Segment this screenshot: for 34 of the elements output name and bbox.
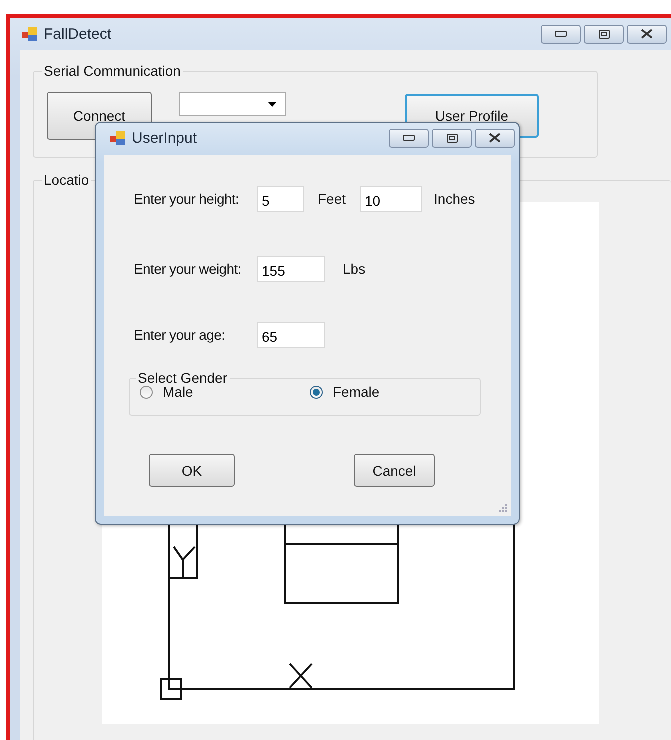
- app-icon: [110, 131, 126, 145]
- feet-label: Feet: [318, 191, 346, 207]
- minimize-icon: [403, 135, 415, 141]
- cancel-button[interactable]: Cancel: [354, 454, 435, 487]
- maximize-icon: [598, 30, 610, 38]
- radio-option[interactable]: Female: [310, 384, 480, 400]
- group-title: Select Gender: [137, 370, 228, 386]
- caret-icon: [268, 102, 277, 106]
- minimize-button[interactable]: [541, 24, 581, 44]
- maximize-icon: [446, 134, 458, 142]
- radio-option[interactable]: Male: [140, 384, 310, 400]
- ok-button[interactable]: OK: [149, 454, 235, 487]
- weight-field[interactable]: 155: [257, 256, 325, 282]
- feet-field[interactable]: 5: [257, 186, 304, 212]
- maximize-button[interactable]: [432, 128, 472, 148]
- close-button[interactable]: [475, 128, 515, 148]
- window-title: FallDetect: [44, 26, 112, 42]
- resize-grip-icon: [499, 504, 507, 512]
- inches-field[interactable]: 10: [360, 186, 422, 212]
- close-icon: [489, 133, 501, 143]
- minimize-button[interactable]: [389, 128, 429, 148]
- lbs-label: Lbs: [343, 261, 366, 277]
- group-title: Serial Communication: [43, 63, 182, 79]
- age-label: Enter your age:: [134, 327, 226, 343]
- height-label: Enter your height:: [134, 191, 240, 207]
- close-icon: [641, 29, 653, 39]
- app-icon: [22, 27, 38, 41]
- weight-label: Enter your weight:: [134, 261, 242, 277]
- inches-label: Inches: [434, 191, 476, 207]
- close-button[interactable]: [627, 24, 667, 44]
- age-field[interactable]: 65: [257, 322, 325, 348]
- group-title: Locatio: [43, 172, 90, 188]
- minimize-icon: [555, 31, 567, 37]
- maximize-button[interactable]: [584, 24, 624, 44]
